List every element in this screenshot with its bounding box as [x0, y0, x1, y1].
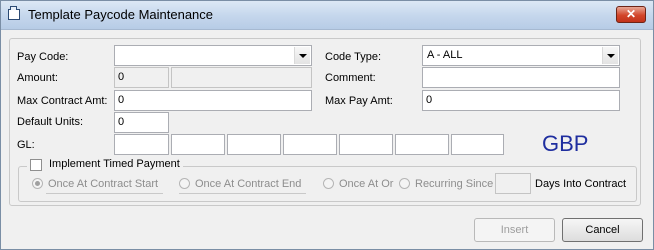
pay-code-dropdown[interactable]	[114, 45, 312, 66]
once-at-contract-end-label[interactable]: Once At Contract End	[195, 178, 301, 190]
option-underline	[179, 193, 306, 194]
pay-code-label: Pay Code:	[17, 51, 69, 63]
gl-segment-2[interactable]	[171, 134, 225, 155]
recurring-since-radio[interactable]	[399, 178, 410, 189]
comment-label: Comment:	[325, 72, 376, 84]
days-into-contract-field[interactable]	[495, 173, 531, 194]
max-pay-amt-label: Max Pay Amt:	[325, 95, 393, 107]
gl-segment-7[interactable]	[451, 134, 504, 155]
close-button[interactable]: ✕	[616, 6, 646, 23]
once-at-contract-start-label[interactable]: Once At Contract Start	[48, 178, 158, 190]
gl-segment-6[interactable]	[395, 134, 449, 155]
once-at-or-label[interactable]: Once At Or	[339, 178, 393, 190]
once-at-or-radio[interactable]	[323, 178, 334, 189]
currency-label: GBP	[542, 131, 589, 156]
once-at-contract-end-radio[interactable]	[179, 178, 190, 189]
amount-label: Amount:	[17, 72, 58, 84]
max-contract-amt-label: Max Contract Amt:	[17, 95, 108, 107]
gl-label: GL:	[17, 139, 35, 151]
recurring-since-label[interactable]: Recurring Since	[415, 178, 493, 190]
close-icon: ✕	[625, 7, 637, 21]
code-type-label: Code Type:	[325, 51, 382, 63]
window-title: Template Paycode Maintenance	[28, 7, 214, 22]
amount-field[interactable]: 0	[114, 67, 169, 88]
folder-icon	[8, 6, 20, 20]
max-pay-amt-field[interactable]: 0	[422, 90, 620, 111]
timed-payment-label: Implement Timed Payment	[49, 158, 180, 170]
timed-payment-checkbox[interactable]	[30, 159, 42, 171]
code-type-dropdown[interactable]: A - ALL	[422, 45, 620, 66]
days-into-contract-label: Days Into Contract	[535, 178, 627, 190]
default-units-label: Default Units:	[17, 116, 84, 128]
chevron-down-icon[interactable]	[602, 47, 618, 64]
code-type-value: A - ALL	[427, 49, 463, 61]
once-at-contract-start-radio[interactable]	[32, 178, 43, 189]
max-contract-amt-field[interactable]: 0	[114, 90, 312, 111]
gl-segment-1[interactable]	[114, 134, 169, 155]
chevron-down-icon[interactable]	[294, 47, 310, 64]
amount-extra-field[interactable]	[171, 67, 312, 88]
option-underline	[46, 193, 163, 194]
default-units-field[interactable]: 0	[114, 112, 169, 133]
gl-segment-4[interactable]	[283, 134, 337, 155]
title-bar[interactable]: Template Paycode Maintenance ✕	[1, 1, 653, 30]
timed-payment-legend: Implement Timed Payment	[27, 158, 183, 171]
gl-segment-5[interactable]	[339, 134, 393, 155]
insert-button[interactable]: Insert	[474, 218, 555, 242]
cancel-button[interactable]: Cancel	[562, 218, 643, 242]
gl-segment-3[interactable]	[227, 134, 281, 155]
comment-field[interactable]	[422, 67, 620, 88]
dialog-window: Template Paycode Maintenance ✕ Pay Code:…	[0, 0, 654, 250]
